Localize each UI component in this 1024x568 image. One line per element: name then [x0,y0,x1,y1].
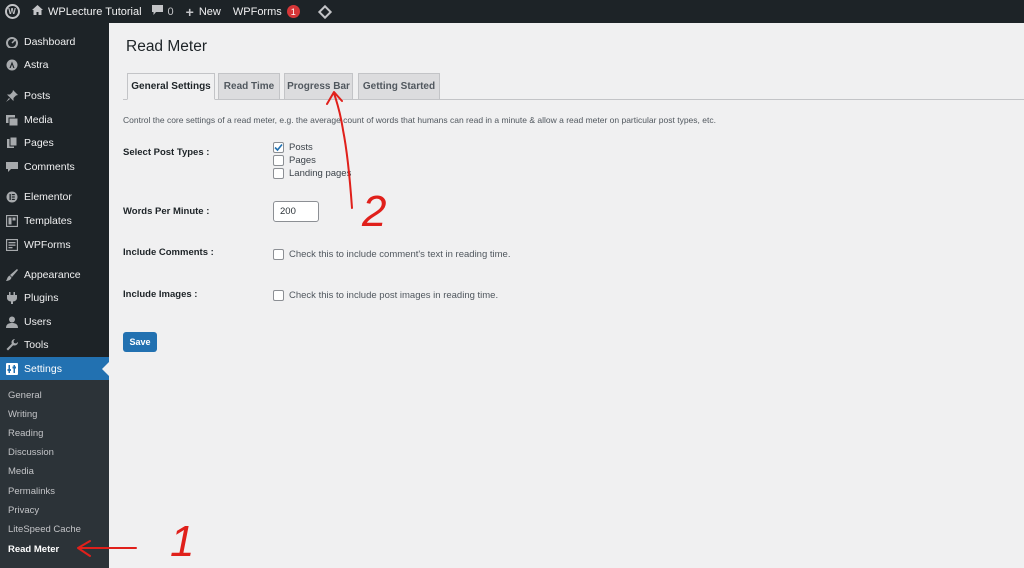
sidebar-item-label: Templates [24,215,72,227]
sidebar-item-label: Tools [24,339,49,351]
admin-bar: W WPLecture Tutorial 0 + New WPForms 1 [0,0,1024,23]
sidebar-item-label: Dashboard [24,36,76,48]
annotation-number-2: 2 [361,187,386,236]
sidebar-item-settings[interactable]: Settings [0,357,109,380]
include-images-text: Check this to include post images in rea… [289,290,499,301]
include-comments-text: Check this to include comment's text in … [289,249,511,260]
sidebar-item-label: WPForms [24,239,71,251]
sidebar-item-label: Media [24,114,53,126]
post-type-landing-pages-label: Landing pages [289,168,352,179]
site-name-label: WPLecture Tutorial [48,5,142,18]
sidebar-item-label: Elementor [24,191,72,203]
include-images-checkbox[interactable] [273,290,284,301]
wordpress-logo-icon[interactable]: W [0,0,24,23]
annotation-number-1: 1 [170,517,194,566]
sidebar-item-tools[interactable]: Tools [0,334,109,356]
settings-icon [0,362,24,375]
active-menu-arrow [102,362,109,376]
include-images-option[interactable]: Check this to include post images in rea… [273,290,498,301]
templates-icon [0,215,24,227]
post-type-posts-option[interactable]: Posts [273,142,313,153]
sidebar-item-astra[interactable]: Astra [0,54,109,76]
post-type-posts-label: Posts [289,142,313,153]
sidebar-item-label: Settings [24,362,62,375]
post-type-landing-pages-checkbox[interactable] [273,168,284,179]
sidebar-item-label: Pages [24,137,54,149]
plus-icon: + [185,3,194,20]
include-comments-label: Include Comments : [123,247,214,258]
sidebar-item-dashboard[interactable]: Dashboard [0,31,109,53]
post-types-label: Select Post Types : [123,147,210,158]
settings-description: Control the core settings of a read mete… [123,115,716,125]
wpforms-badge: 1 [286,5,300,18]
submenu-item-litespeed-cache[interactable]: LiteSpeed Cache [8,521,81,537]
words-per-minute-label: Words Per Minute : [123,206,210,217]
annotation-arrow-2 [326,91,353,209]
post-type-landing-pages-option[interactable]: Landing pages [273,168,351,179]
sidebar-item-users[interactable]: Users [0,311,109,333]
submenu-item-privacy[interactable]: Privacy [8,502,39,518]
sidebar-item-label: Astra [24,59,49,71]
save-button[interactable]: Save [123,332,157,352]
pages-icon [0,137,24,149]
astra-icon [0,59,24,71]
sidebar-item-appearance[interactable]: Appearance [0,264,109,286]
sidebar-item-label: Plugins [24,292,59,304]
dashboard-icon [0,36,24,48]
user-icon [0,316,24,328]
sidebar-item-label: Appearance [24,269,81,281]
sidebar-item-comments[interactable]: Comments [0,156,109,178]
new-label: New [198,5,221,18]
comments-link[interactable]: 0 [148,0,180,23]
submenu-item-discussion[interactable]: Discussion [8,444,54,460]
site-name-link[interactable]: WPLecture Tutorial [24,0,148,23]
page-title: Read Meter [126,38,207,55]
include-comments-option[interactable]: Check this to include comment's text in … [273,249,510,260]
submenu-item-general[interactable]: General [8,387,42,403]
sidebar-item-label: Posts [24,90,51,102]
sidebar-item-elementor[interactable]: Elementor [0,186,109,208]
wpforms-link[interactable]: WPForms 1 [227,0,306,23]
sidebar-item-label: Comments [24,161,75,173]
wrench-icon [0,339,24,351]
comments-icon [0,161,24,173]
wpforms-label: WPForms [232,5,282,18]
new-content-link[interactable]: + New [180,0,227,23]
include-comments-checkbox[interactable] [273,249,284,260]
pin-icon [0,90,24,102]
comment-bubble-icon [151,5,163,18]
diamond-icon [317,4,332,19]
admin-sidebar: Dashboard Astra Posts Media Pages Commen… [0,23,109,568]
sidebar-item-label: Users [24,316,52,328]
sidebar-item-wpforms[interactable]: WPForms [0,234,109,256]
submenu-item-media[interactable]: Media [8,463,34,479]
post-type-pages-label: Pages [289,155,316,166]
brush-icon [0,269,24,281]
tab-getting-started[interactable]: Getting Started [358,73,440,100]
sidebar-item-templates[interactable]: Templates [0,210,109,232]
wpforms-icon [0,239,24,251]
elementor-icon [0,191,24,203]
media-icon [0,114,24,126]
comments-count: 0 [167,5,174,18]
post-type-pages-checkbox[interactable] [273,155,284,166]
diamond-link[interactable] [306,0,336,23]
sidebar-item-pages[interactable]: Pages [0,132,109,154]
post-type-pages-option[interactable]: Pages [273,155,316,166]
submenu-item-read-meter[interactable]: Read Meter [8,541,59,557]
post-type-posts-checkbox[interactable] [273,142,284,153]
tab-general-settings[interactable]: General Settings [127,73,215,100]
words-per-minute-input[interactable]: 200 [273,201,319,222]
submenu-item-reading[interactable]: Reading [8,425,43,441]
submenu-item-permalinks[interactable]: Permalinks [8,483,55,499]
include-images-label: Include Images : [123,289,198,300]
home-icon [32,5,43,18]
tab-read-time[interactable]: Read Time [218,73,280,100]
sidebar-item-posts[interactable]: Posts [0,85,109,107]
plugin-icon [0,292,24,304]
tab-progress-bar[interactable]: Progress Bar [284,73,353,100]
submenu-item-writing[interactable]: Writing [8,406,37,422]
sidebar-item-media[interactable]: Media [0,109,109,131]
sidebar-item-plugins[interactable]: Plugins [0,287,109,309]
